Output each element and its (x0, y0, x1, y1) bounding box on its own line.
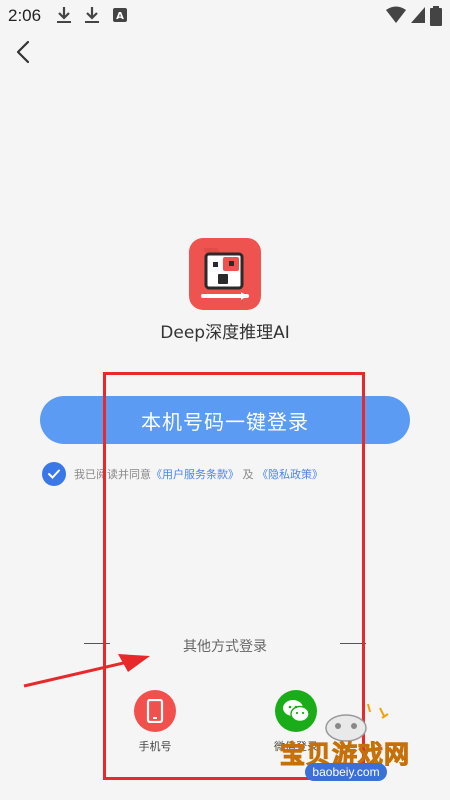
wechat-login-button[interactable] (275, 690, 317, 732)
watermark-url: baobeiy.com (305, 763, 387, 781)
phone-login-option[interactable]: 手机号 (115, 690, 195, 754)
phone-login-button[interactable] (134, 690, 176, 732)
back-button[interactable] (10, 38, 38, 66)
agreement-conjunction: 及 (242, 468, 254, 481)
mobile-phone-icon (146, 699, 164, 723)
signal-icon (411, 7, 425, 23)
svg-text:A: A (116, 11, 124, 22)
chevron-left-icon (16, 40, 30, 64)
agreement-text: 我已阅读并同意《用户服务条款》 及 《隐私政策》 (74, 466, 323, 482)
download-icon (85, 7, 99, 23)
agreement-prefix: 我已阅读并同意 (74, 468, 151, 481)
privacy-link[interactable]: 《隐私政策》 (257, 468, 323, 481)
download-icon (57, 7, 71, 23)
app-logo (189, 238, 261, 310)
other-methods-title: 其他方式登录 (183, 639, 267, 655)
wifi-icon (386, 6, 406, 23)
status-time: 2:06 (8, 6, 42, 25)
agreement-row: 我已阅读并同意《用户服务条款》 及 《隐私政策》 (42, 462, 323, 486)
app-logo-icon (189, 238, 261, 310)
agreement-checkbox[interactable] (42, 462, 66, 486)
app-name: Deep深度推理AI (160, 323, 290, 343)
font-a-icon: A (113, 8, 127, 22)
battery-icon (430, 6, 442, 26)
checkmark-icon (48, 469, 60, 479)
terms-link[interactable]: 《用户服务条款》 (151, 468, 239, 481)
status-bar: 2:06 A (0, 0, 450, 32)
wechat-icon (283, 700, 310, 723)
phone-login-label: 手机号 (138, 740, 172, 753)
one-click-login-button[interactable]: 本机号码一键登录 (40, 396, 410, 444)
